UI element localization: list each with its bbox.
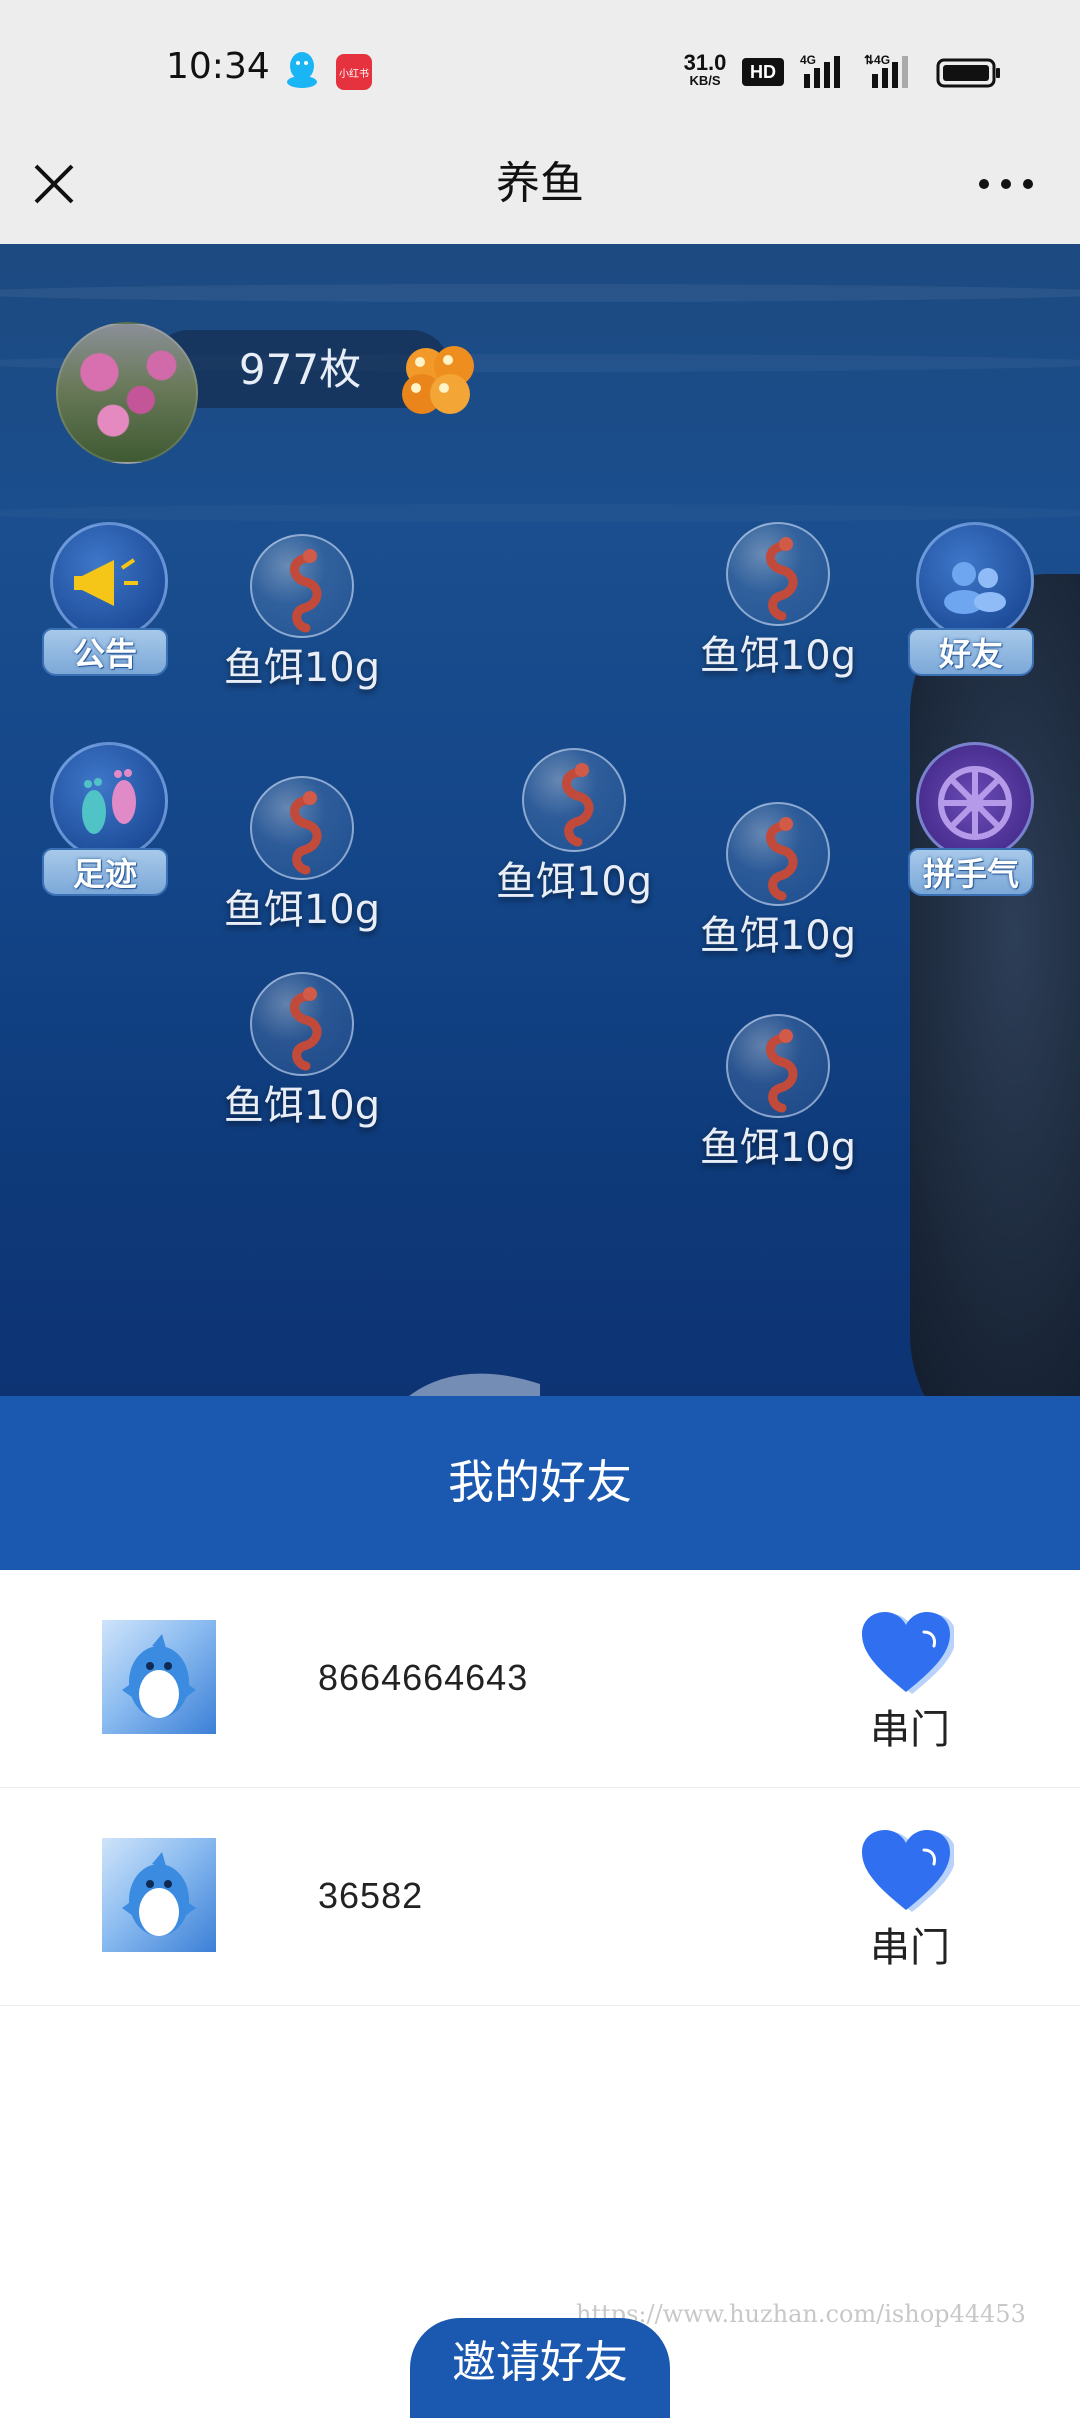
- worm-icon: [562, 763, 594, 847]
- friends-button[interactable]: 好友: [908, 522, 1038, 692]
- worm-icon: [766, 1029, 798, 1113]
- notice-label: 公告: [42, 628, 168, 676]
- friend-id: 36582: [318, 1875, 424, 1916]
- wheel-icon: [938, 766, 1012, 840]
- footprint-button[interactable]: 足迹: [42, 742, 172, 912]
- friends-icon: [944, 562, 1006, 614]
- friend-avatar: [102, 1620, 216, 1734]
- luck-label: 拼手气: [908, 848, 1034, 896]
- worm-icon: [290, 987, 322, 1071]
- signal-icon: 4G: [800, 53, 840, 88]
- more-icon[interactable]: [974, 166, 1038, 202]
- bait-bubble[interactable]: 鱼饵10g: [222, 776, 382, 956]
- coin-count: 977枚: [238, 345, 362, 394]
- fish-fin-decoration: [409, 1373, 540, 1396]
- invite-friends-button[interactable]: 邀请好友: [410, 2318, 670, 2418]
- user-avatar[interactable]: [56, 322, 198, 464]
- qq-icon: [287, 52, 317, 88]
- status-time: 10:34: [166, 46, 270, 87]
- footprint-label: 足迹: [42, 848, 168, 896]
- worm-icon: [290, 549, 322, 633]
- svg-text:4G: 4G: [800, 53, 816, 67]
- friends-panel-title: 我的好友: [448, 1455, 632, 1509]
- bait-bubble[interactable]: 鱼饵10g: [222, 534, 382, 714]
- bait-bubble[interactable]: 鱼饵10g: [698, 522, 858, 702]
- friend-row: 36582 串门: [0, 1788, 1080, 2006]
- visit-button[interactable]: 串门: [858, 1610, 962, 1760]
- heart-icon: [862, 1830, 954, 1912]
- page-title: 养鱼: [496, 158, 584, 209]
- luck-button[interactable]: 拼手气: [908, 742, 1038, 912]
- footprint-icon: [82, 769, 136, 834]
- fish-roe-icon: [402, 346, 474, 414]
- xiaohongshu-icon: 小红书: [336, 54, 372, 90]
- hd-icon: HD: [742, 58, 784, 86]
- bait-bubble[interactable]: 鱼饵10g: [698, 802, 858, 982]
- bait-bubble[interactable]: 鱼饵10g: [494, 748, 654, 928]
- fish-tank-scene: 977枚 公告 足迹 好友 拼手气 鱼饵10g 鱼饵10g 鱼饵10g 鱼饵10…: [0, 244, 1080, 1396]
- battery-icon: [936, 58, 1000, 88]
- rock-decoration: [910, 574, 1080, 1396]
- nav-bar: 养鱼: [0, 140, 1080, 244]
- worm-icon: [766, 537, 798, 621]
- friend-avatar: [102, 1838, 216, 1952]
- status-bar: 10:34 小红书 31.0 KB/S HD 4G ⇅4G: [0, 0, 1080, 140]
- megaphone-icon: [74, 558, 138, 606]
- water-wave: [0, 504, 1080, 522]
- friends-label: 好友: [908, 628, 1034, 676]
- net-speed: 31.0 KB/S: [683, 50, 727, 88]
- friend-row: 8664664643 串门: [0, 1570, 1080, 1788]
- heart-icon: [862, 1612, 954, 1694]
- visit-label: 串门: [870, 1707, 950, 1753]
- notice-button[interactable]: 公告: [42, 522, 172, 692]
- water-wave: [0, 284, 1080, 302]
- dolphin-icon: [122, 1634, 196, 1718]
- friends-panel-header: 我的好友: [0, 1396, 1080, 1570]
- dolphin-icon: [122, 1852, 196, 1936]
- visit-button[interactable]: 串门: [858, 1828, 962, 1978]
- worm-icon: [766, 817, 798, 901]
- bait-bubble[interactable]: 鱼饵10g: [222, 972, 382, 1152]
- bait-bubble[interactable]: 鱼饵10g: [698, 1014, 858, 1194]
- friend-id: 8664664643: [318, 1657, 529, 1698]
- visit-label: 串门: [870, 1925, 950, 1971]
- signal-icon: ⇅4G: [864, 53, 908, 88]
- svg-text:⇅4G: ⇅4G: [864, 53, 890, 67]
- worm-icon: [290, 791, 322, 875]
